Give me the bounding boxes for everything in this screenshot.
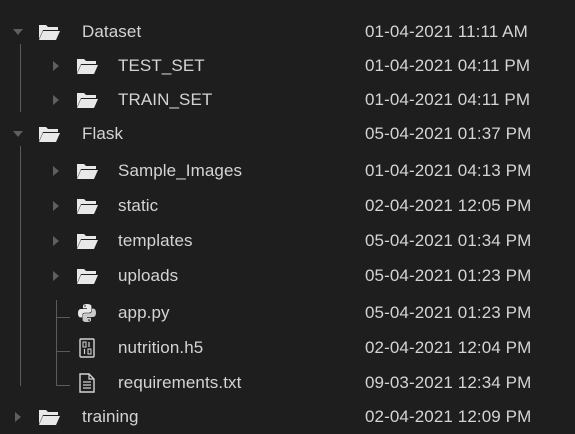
modified-date: 02-04-2021 12:09 PM bbox=[365, 407, 532, 426]
modified-date: 01-04-2021 04:13 PM bbox=[365, 161, 532, 180]
folder-open-icon bbox=[76, 231, 98, 251]
tree-item-label: uploads bbox=[118, 266, 179, 285]
modified-date: 01-04-2021 04:11 PM bbox=[365, 56, 531, 75]
modified-date: 09-03-2021 12:34 PM bbox=[365, 373, 532, 392]
modified-date: 02-04-2021 12:05 PM bbox=[365, 196, 532, 215]
folder-open-icon bbox=[76, 90, 98, 110]
tree-item-label: TEST_SET bbox=[118, 56, 205, 75]
chevron-right-icon[interactable] bbox=[50, 200, 62, 212]
tree-item-label: Sample_Images bbox=[118, 161, 243, 180]
modified-date: 02-04-2021 12:04 PM bbox=[365, 338, 532, 357]
modified-date: 05-04-2021 01:23 PM bbox=[365, 266, 532, 285]
folder-open-icon bbox=[76, 161, 98, 181]
tree-item-label: Flask bbox=[82, 124, 124, 143]
tree-item-label: training bbox=[82, 407, 139, 426]
tree-item-test-set[interactable]: TEST_SET 01-04-2021 04:11 PM bbox=[0, 49, 575, 83]
tree-item-label: Dataset bbox=[82, 22, 142, 41]
folder-open-icon bbox=[38, 124, 60, 144]
modified-date: 01-04-2021 04:11 PM bbox=[365, 90, 531, 109]
chevron-right-icon[interactable] bbox=[50, 235, 62, 247]
chevron-right-icon[interactable] bbox=[50, 270, 62, 282]
tree-item-nutrition-h5[interactable]: nutrition.h5 02-04-2021 12:04 PM bbox=[0, 331, 575, 365]
tree-item-static[interactable]: static 02-04-2021 12:05 PM bbox=[0, 189, 575, 223]
tree-item-templates[interactable]: templates 05-04-2021 01:34 PM bbox=[0, 224, 575, 258]
file-tree: Dataset 01-04-2021 11:11 AM TEST_SET 01-… bbox=[0, 0, 575, 434]
folder-open-icon bbox=[76, 266, 98, 286]
tree-item-dataset[interactable]: Dataset 01-04-2021 11:11 AM bbox=[0, 15, 575, 49]
python-file-icon bbox=[76, 303, 98, 323]
modified-date: 01-04-2021 11:11 AM bbox=[365, 22, 528, 41]
tree-item-flask[interactable]: Flask 05-04-2021 01:37 PM bbox=[0, 117, 575, 151]
folder-open-icon bbox=[38, 22, 60, 42]
binary-file-icon bbox=[76, 338, 98, 358]
tree-item-label: nutrition.h5 bbox=[118, 338, 204, 357]
modified-date: 05-04-2021 01:37 PM bbox=[365, 124, 532, 143]
chevron-down-icon[interactable] bbox=[12, 128, 24, 140]
tree-item-requirements-txt[interactable]: requirements.txt 09-03-2021 12:34 PM bbox=[0, 366, 575, 400]
chevron-right-icon[interactable] bbox=[12, 411, 24, 423]
tree-item-app-py[interactable]: app.py 05-04-2021 01:23 PM bbox=[0, 296, 575, 330]
chevron-down-icon[interactable] bbox=[12, 26, 24, 38]
tree-item-label: app.py bbox=[118, 303, 170, 322]
chevron-right-icon[interactable] bbox=[50, 94, 62, 106]
tree-item-sample-images[interactable]: Sample_Images 01-04-2021 04:13 PM bbox=[0, 154, 575, 188]
tree-item-label: static bbox=[118, 196, 159, 215]
folder-open-icon bbox=[38, 407, 60, 427]
chevron-right-icon[interactable] bbox=[50, 60, 62, 72]
text-file-icon bbox=[76, 373, 98, 393]
folder-open-icon bbox=[76, 56, 98, 76]
folder-open-icon bbox=[76, 196, 98, 216]
modified-date: 05-04-2021 01:23 PM bbox=[365, 303, 532, 322]
tree-item-training[interactable]: training 02-04-2021 12:09 PM bbox=[0, 400, 575, 434]
tree-item-train-set[interactable]: TRAIN_SET 01-04-2021 04:11 PM bbox=[0, 83, 575, 117]
chevron-right-icon[interactable] bbox=[50, 165, 62, 177]
tree-item-label: templates bbox=[118, 231, 193, 250]
modified-date: 05-04-2021 01:34 PM bbox=[365, 231, 532, 250]
tree-item-label: requirements.txt bbox=[118, 373, 242, 392]
tree-item-uploads[interactable]: uploads 05-04-2021 01:23 PM bbox=[0, 259, 575, 293]
tree-item-label: TRAIN_SET bbox=[118, 90, 213, 109]
